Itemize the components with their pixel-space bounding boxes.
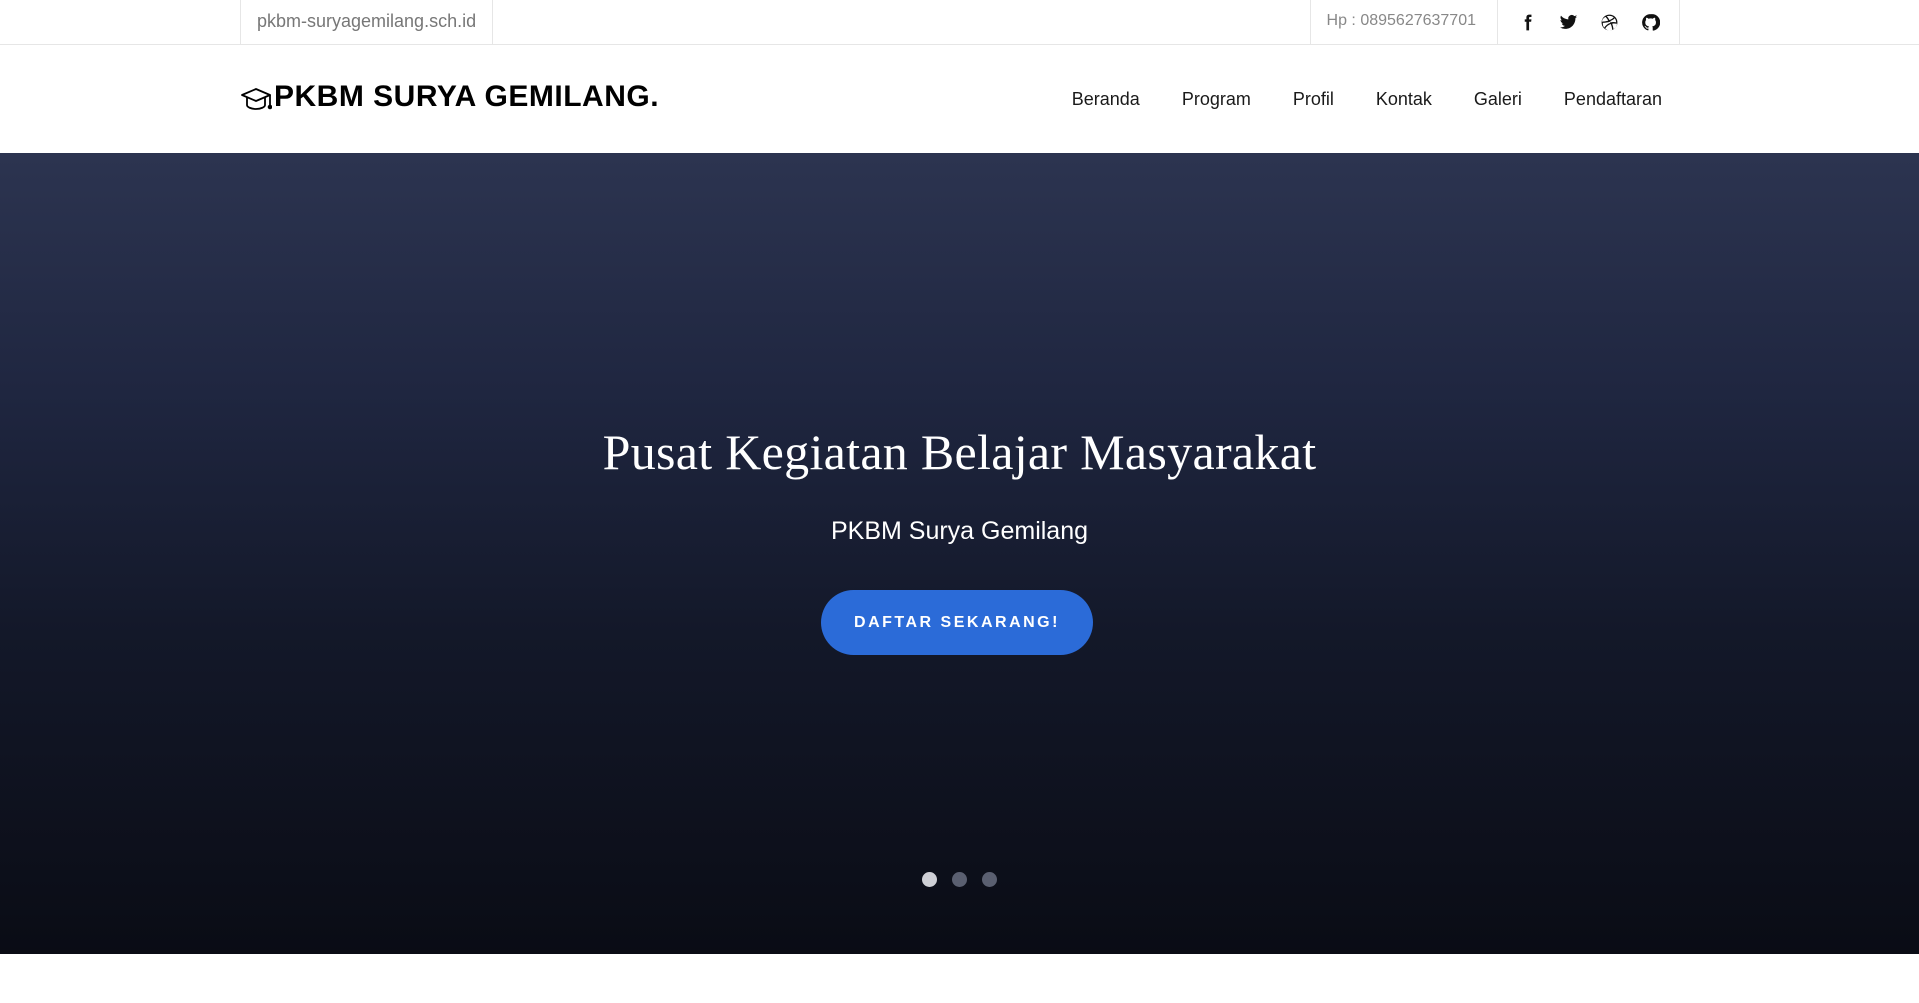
main-menu: Beranda Program Profil Kontak Galeri Pen…	[1030, 45, 1662, 153]
nav-link-pendaftaran[interactable]: Pendaftaran	[1564, 89, 1662, 109]
brand-name: PKBM SURYA GEMILANG.	[274, 80, 660, 113]
slider-dot-3[interactable]	[982, 872, 997, 887]
slider-dot-1[interactable]	[922, 872, 937, 887]
menu-item-pendaftaran: Pendaftaran	[1564, 89, 1662, 110]
register-now-button[interactable]: DAFTAR SEKARANG!	[821, 590, 1093, 655]
phone-number: Hp : 0895627637701	[1311, 0, 1498, 45]
hero-title: Pusat Kegiatan Belajar Masyarakat	[602, 424, 1317, 480]
nav-link-beranda[interactable]: Beranda	[1072, 89, 1140, 109]
hero-slide: Pusat Kegiatan Belajar Masyarakat PKBM S…	[0, 153, 1919, 954]
menu-item-program: Program	[1182, 89, 1251, 110]
site-url-link[interactable]: pkbm-suryagemilang.sch.id	[240, 0, 494, 45]
hero-slider: Pusat Kegiatan Belajar Masyarakat PKBM S…	[0, 153, 1919, 954]
menu-item-galeri: Galeri	[1474, 89, 1522, 110]
github-icon[interactable]	[1639, 12, 1661, 34]
facebook-icon[interactable]	[1516, 12, 1538, 34]
main-navbar: PKBM SURYA GEMILANG. Beranda Program Pro…	[0, 45, 1919, 153]
social-links	[1498, 0, 1679, 45]
hero-subtitle: PKBM Surya Gemilang	[830, 517, 1089, 545]
brand-logo-link[interactable]: PKBM SURYA GEMILANG.	[240, 82, 659, 112]
nav-link-kontak[interactable]: Kontak	[1376, 89, 1432, 109]
menu-item-profil: Profil	[1293, 89, 1334, 110]
slider-pagination	[922, 872, 997, 887]
menu-item-beranda: Beranda	[1072, 89, 1140, 110]
twitter-icon[interactable]	[1557, 12, 1579, 34]
menu-item-kontak: Kontak	[1376, 89, 1432, 110]
top-bar: pkbm-suryagemilang.sch.id Hp : 089562763…	[0, 0, 1919, 45]
top-bar-right: Hp : 0895627637701	[1309, 0, 1680, 45]
nav-link-program[interactable]: Program	[1182, 89, 1251, 109]
slider-dot-2[interactable]	[952, 872, 967, 887]
graduation-cap-icon	[241, 88, 272, 110]
navbar-container: PKBM SURYA GEMILANG. Beranda Program Pro…	[240, 45, 1680, 153]
top-bar-container: pkbm-suryagemilang.sch.id Hp : 089562763…	[240, 0, 1680, 45]
nav-link-galeri[interactable]: Galeri	[1474, 89, 1522, 109]
dribbble-icon[interactable]	[1598, 12, 1620, 34]
nav-link-profil[interactable]: Profil	[1293, 89, 1334, 109]
